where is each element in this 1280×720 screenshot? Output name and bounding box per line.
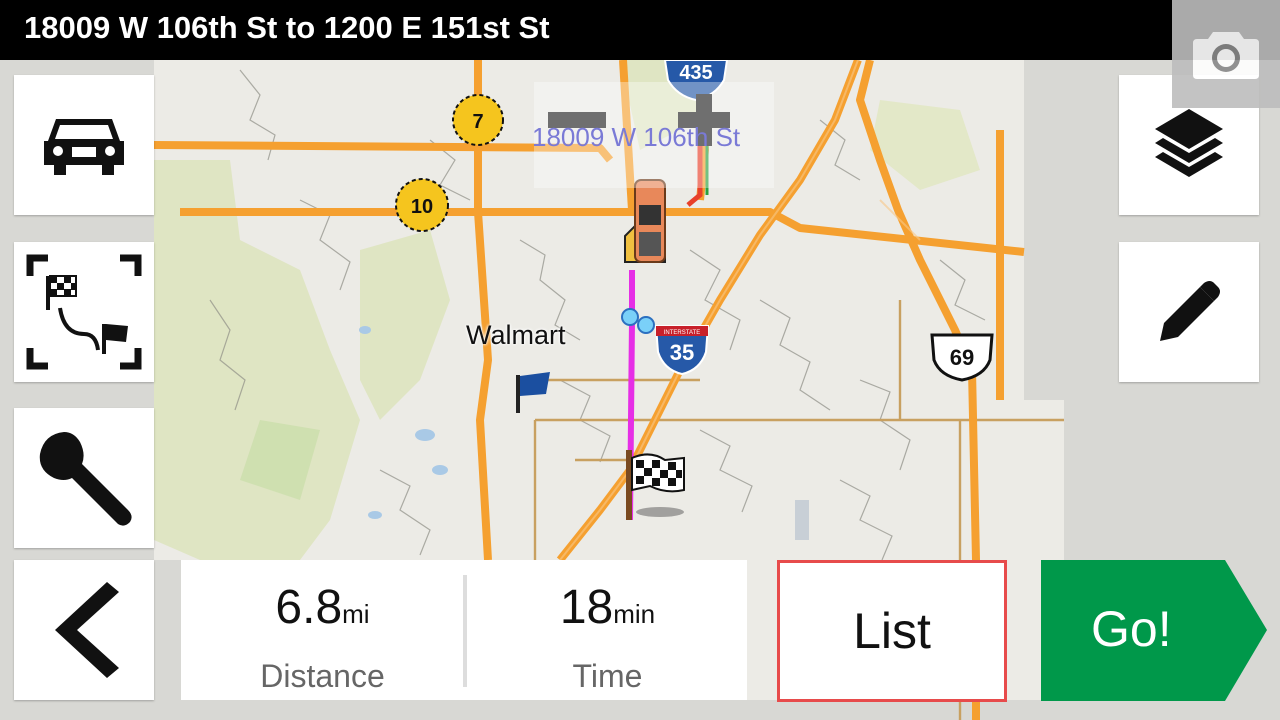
svg-text:69: 69 — [950, 345, 974, 370]
svg-text:7: 7 — [472, 111, 483, 133]
edit-route-button[interactable] — [1119, 242, 1259, 382]
time-value: 18min — [466, 580, 749, 635]
time-label: Time — [572, 658, 643, 694]
distance-label: Distance — [260, 658, 385, 694]
back-arrow-icon — [55, 582, 119, 678]
waypoint-dot-2 — [637, 316, 655, 334]
go-button-label: Go! — [1091, 601, 1172, 657]
settings-button[interactable] — [14, 408, 154, 548]
start-location-label: 18009 W 106th St — [532, 122, 741, 152]
title-bar: 18009 W 106th St to 1200 E 151st St — [0, 0, 1280, 60]
time-number: 18 — [559, 581, 614, 634]
time-stat: 18min Time — [466, 560, 749, 700]
vehicle-icon — [44, 119, 124, 175]
pencil-icon — [1160, 281, 1220, 341]
distance-number: 6.8 — [275, 581, 343, 634]
back-button[interactable] — [14, 560, 154, 700]
list-button[interactable]: List — [777, 560, 1007, 702]
distance-unit: mi — [342, 599, 370, 629]
svg-text:35: 35 — [670, 340, 694, 365]
wrench-icon — [39, 432, 132, 526]
route-title: 18009 W 106th St to 1200 E 151st St — [24, 10, 550, 45]
vehicle-profile-button[interactable] — [14, 75, 154, 215]
route-overview-icon — [26, 254, 142, 370]
distance-value: 6.8mi — [181, 580, 464, 635]
time-unit: min — [613, 599, 656, 629]
svg-text:INTERSTATE: INTERSTATE — [664, 330, 700, 336]
hwy7-shield: 7 — [452, 94, 504, 146]
svg-text:435: 435 — [679, 62, 712, 84]
go-button[interactable]: Go! — [1041, 560, 1267, 701]
hwy10-shield: 10 — [395, 178, 449, 232]
screenshot-button[interactable] — [1172, 0, 1280, 108]
route-overview-button[interactable] — [14, 242, 154, 382]
layers-icon — [1155, 109, 1223, 177]
distance-stat: 6.8mi Distance — [181, 560, 464, 700]
camera-icon — [1193, 32, 1259, 79]
waypoint-dot — [621, 308, 639, 326]
svg-text:10: 10 — [411, 196, 433, 218]
poi-label-walmart: Walmart — [466, 320, 566, 350]
route-stats-panel: 6.8mi Distance 18min Time — [181, 560, 747, 700]
